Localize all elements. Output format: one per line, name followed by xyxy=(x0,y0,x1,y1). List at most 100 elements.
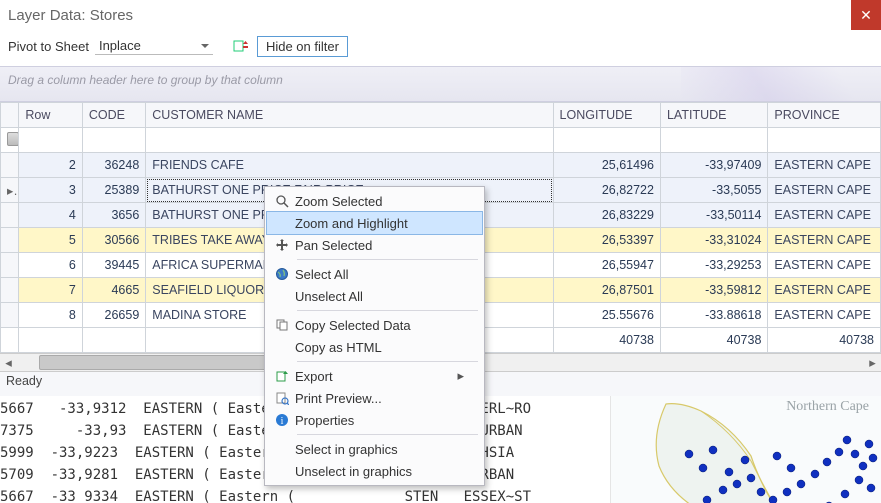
cell-latitude[interactable]: -33,29253 xyxy=(660,253,767,278)
column-header-row: Row CODE CUSTOMER NAME LONGITUDE LATITUD… xyxy=(1,103,881,128)
scroll-thumb[interactable] xyxy=(39,355,281,370)
cell-province[interactable]: EASTERN CAPE xyxy=(768,178,881,203)
column-header-name[interactable]: CUSTOMER NAME xyxy=(146,103,553,128)
submenu-arrow-icon: ▸ xyxy=(457,368,464,384)
filter-code[interactable] xyxy=(82,128,145,153)
svg-text:i: i xyxy=(281,416,284,427)
menu-select-in-graphics-label: Select in graphics xyxy=(295,442,464,457)
cell-code[interactable]: 36248 xyxy=(82,153,145,178)
cell-province[interactable]: EASTERN CAPE xyxy=(768,228,881,253)
menu-separator xyxy=(297,310,478,311)
menu-unselect-all[interactable]: Unselect All xyxy=(267,285,482,307)
row-indicator xyxy=(1,253,19,278)
scroll-left-arrow[interactable]: ◂ xyxy=(0,354,17,371)
row-indicator: ▸ xyxy=(1,178,19,203)
cell-longitude[interactable]: 25,61496 xyxy=(553,153,660,178)
scroll-right-arrow[interactable]: ▸ xyxy=(864,354,881,371)
cell-latitude[interactable]: -33,5055 xyxy=(660,178,767,203)
cell-province[interactable]: EASTERN CAPE xyxy=(768,153,881,178)
menu-copy-html-label: Copy as HTML xyxy=(295,340,464,355)
cell-latitude[interactable]: -33,50114 xyxy=(660,203,767,228)
filter-longitude[interactable] xyxy=(553,128,660,153)
pivot-dropdown[interactable]: Inplace xyxy=(95,37,213,55)
filter-row xyxy=(1,128,881,153)
menu-copy-selected-label: Copy Selected Data xyxy=(295,318,464,333)
summary-longitude: 40738 xyxy=(553,328,660,353)
cell-row[interactable]: 2 xyxy=(19,153,82,178)
menu-print-preview[interactable]: Print Preview... xyxy=(267,387,482,409)
filter-latitude[interactable] xyxy=(660,128,767,153)
cell-code[interactable]: 30566 xyxy=(82,228,145,253)
close-icon: ✕ xyxy=(860,7,872,24)
hide-on-filter-button[interactable]: Hide on filter xyxy=(257,36,348,57)
column-header-province[interactable]: PROVINCE xyxy=(768,103,881,128)
cell-customer-name[interactable]: FRIENDS CAFE xyxy=(146,153,553,178)
column-header-code[interactable]: CODE xyxy=(82,103,145,128)
filter-row-num[interactable] xyxy=(19,128,82,153)
cell-longitude[interactable]: 26,82722 xyxy=(553,178,660,203)
cell-latitude[interactable]: -33,31024 xyxy=(660,228,767,253)
cell-province[interactable]: EASTERN CAPE xyxy=(768,303,881,328)
menu-select-all[interactable]: Select All xyxy=(267,263,482,285)
export-toolbar-icon[interactable] xyxy=(231,36,251,56)
row-indicator xyxy=(1,203,19,228)
menu-pan-selected[interactable]: Pan Selected xyxy=(267,234,482,256)
magnifier-icon xyxy=(269,194,295,208)
cell-row[interactable]: 5 xyxy=(19,228,82,253)
cell-latitude[interactable]: -33,97409 xyxy=(660,153,767,178)
menu-zoom-highlight[interactable]: Zoom and Highlight xyxy=(267,212,482,234)
map-svg xyxy=(611,396,881,503)
cell-code[interactable]: 3656 xyxy=(82,203,145,228)
cell-code[interactable]: 26659 xyxy=(82,303,145,328)
menu-properties-label: Properties xyxy=(295,413,464,428)
cell-row[interactable]: 7 xyxy=(19,278,82,303)
cell-longitude[interactable]: 26,55947 xyxy=(553,253,660,278)
cell-longitude[interactable]: 26,83229 xyxy=(553,203,660,228)
cell-latitude[interactable]: -33.88618 xyxy=(660,303,767,328)
cell-row[interactable]: 3 xyxy=(19,178,82,203)
summary-province: 40738 xyxy=(768,328,881,353)
menu-unselect-all-label: Unselect All xyxy=(295,289,464,304)
menu-separator xyxy=(297,259,478,260)
menu-properties[interactable]: i Properties xyxy=(267,409,482,431)
filter-key-icon xyxy=(7,132,19,146)
column-header-latitude[interactable]: LATITUDE xyxy=(660,103,767,128)
close-button[interactable]: ✕ xyxy=(851,0,881,30)
cell-code[interactable]: 39445 xyxy=(82,253,145,278)
column-header-longitude[interactable]: LONGITUDE xyxy=(553,103,660,128)
row-indicator xyxy=(1,278,19,303)
column-header-row-num[interactable]: Row xyxy=(19,103,82,128)
menu-copy-selected[interactable]: Copy Selected Data xyxy=(267,314,482,336)
menu-zoom-selected-label: Zoom Selected xyxy=(295,194,464,209)
cell-row[interactable]: 8 xyxy=(19,303,82,328)
cell-latitude[interactable]: -33,59812 xyxy=(660,278,767,303)
cell-province[interactable]: EASTERN CAPE xyxy=(768,203,881,228)
menu-export-label: Export xyxy=(295,369,457,384)
window-title: Layer Data: Stores xyxy=(8,7,851,24)
export-icon xyxy=(269,369,295,383)
cell-province[interactable]: EASTERN CAPE xyxy=(768,253,881,278)
cell-longitude[interactable]: 26,87501 xyxy=(553,278,660,303)
menu-unselect-in-graphics-label: Unselect in graphics xyxy=(295,464,464,479)
group-by-area[interactable]: Drag a column header here to group by th… xyxy=(0,66,881,102)
cell-longitude[interactable]: 25.55676 xyxy=(553,303,660,328)
menu-unselect-in-graphics[interactable]: Unselect in graphics xyxy=(267,460,482,482)
filter-province[interactable] xyxy=(768,128,881,153)
cell-row[interactable]: 6 xyxy=(19,253,82,278)
pan-icon xyxy=(269,238,295,252)
row-indicator-header xyxy=(1,103,19,128)
cell-longitude[interactable]: 26,53397 xyxy=(553,228,660,253)
menu-export[interactable]: Export ▸ xyxy=(267,365,482,387)
cell-code[interactable]: 25389 xyxy=(82,178,145,203)
menu-select-in-graphics[interactable]: Select in graphics xyxy=(267,438,482,460)
table-row[interactable]: 236248FRIENDS CAFE25,61496-33,97409EASTE… xyxy=(1,153,881,178)
menu-copy-html[interactable]: Copy as HTML xyxy=(267,336,482,358)
menu-pan-selected-label: Pan Selected xyxy=(295,238,464,253)
cell-province[interactable]: EASTERN CAPE xyxy=(768,278,881,303)
map-pane[interactable]: Northern Cape xyxy=(610,396,881,503)
toolbar: Pivot to Sheet Inplace Hide on filter xyxy=(0,30,881,66)
menu-zoom-selected[interactable]: Zoom Selected xyxy=(267,190,482,212)
cell-row[interactable]: 4 xyxy=(19,203,82,228)
filter-name[interactable] xyxy=(146,128,553,153)
cell-code[interactable]: 4665 xyxy=(82,278,145,303)
